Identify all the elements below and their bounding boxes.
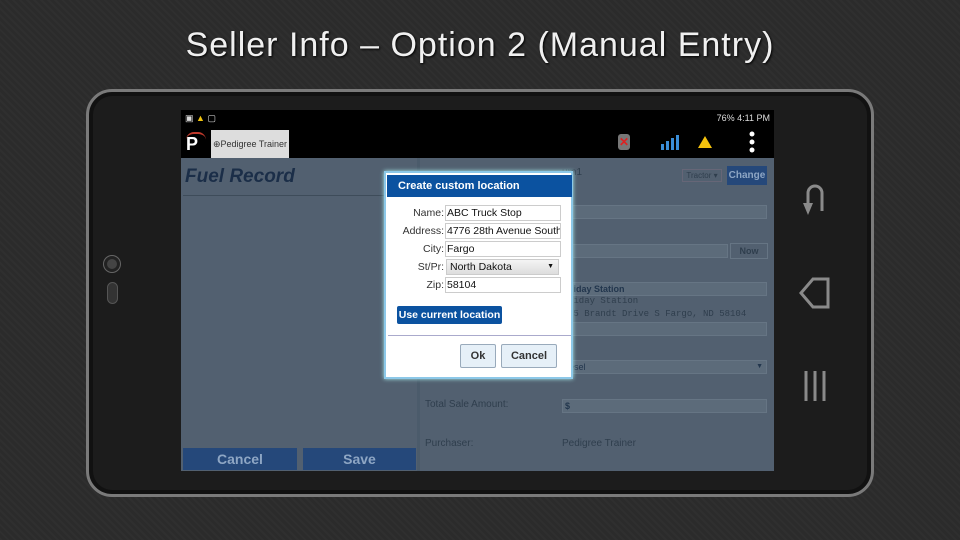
total-sale-label: Total Sale Amount:: [425, 399, 509, 410]
date-input[interactable]: [562, 244, 728, 258]
now-button[interactable]: Now: [730, 243, 768, 259]
address-input[interactable]: 4776 28th Avenue South: [445, 223, 561, 239]
ok-button[interactable]: Ok: [460, 344, 496, 368]
camera-icon: [104, 256, 120, 272]
chevron-down-icon: ▼: [547, 263, 554, 270]
notification-icons: ▣ ▲ ▢: [185, 113, 216, 123]
dialog-title: Create custom location: [387, 175, 572, 197]
fuel-record-panel: Fuel Record Cancel Save: [181, 158, 417, 471]
save-button[interactable]: Save: [303, 448, 416, 470]
change-button[interactable]: Change: [727, 166, 767, 185]
station-select[interactable]: liday Station: [562, 282, 767, 296]
more-vert-icon[interactable]: [748, 131, 756, 153]
status-bar: ▣ ▲ ▢ 76% 4:11 PM: [181, 110, 774, 126]
create-location-dialog: Create custom location Name: ABC Truck S…: [384, 171, 573, 379]
state-label: St/Pr:: [417, 261, 444, 273]
menu-lines-icon[interactable]: [804, 371, 826, 401]
use-current-location-button[interactable]: Use current location: [397, 306, 502, 324]
city-label: City:: [423, 243, 444, 255]
zip-label: Zip:: [426, 279, 444, 291]
app-bar: P ⊕Pedigree Trainer ✕: [181, 126, 774, 158]
dialog-cancel-button[interactable]: Cancel: [501, 344, 557, 368]
no-device-icon[interactable]: ✕: [618, 134, 630, 150]
form-input[interactable]: [562, 322, 767, 336]
warning-icon[interactable]: [697, 135, 713, 149]
unit-type-select[interactable]: Tractor ▾: [682, 169, 722, 182]
status-time: 76% 4:11 PM: [716, 113, 770, 123]
signal-bars-icon: [661, 135, 679, 150]
fuel-record-list: [183, 195, 415, 445]
return-icon[interactable]: [803, 184, 824, 215]
state-select[interactable]: North Dakota ▼: [446, 259, 559, 275]
back-icon[interactable]: [799, 277, 830, 309]
form-input[interactable]: [562, 205, 767, 219]
dialog-divider: [388, 335, 571, 336]
city-input[interactable]: Fargo: [445, 241, 561, 257]
hardware-nav-buttons: [799, 184, 830, 401]
cancel-button[interactable]: Cancel: [183, 448, 297, 470]
tab-pedigree-trainer[interactable]: ⊕Pedigree Trainer: [211, 130, 289, 158]
purchaser-value: Pedigree Trainer: [562, 438, 636, 449]
app-logo: P: [186, 132, 206, 154]
zip-input[interactable]: 58104: [445, 277, 561, 293]
name-label: Name:: [413, 207, 444, 219]
address-label: Address:: [402, 225, 444, 237]
sensor-icon: [107, 282, 118, 304]
page-title: Fuel Record: [185, 166, 295, 187]
slide-title: Seller Info – Option 2 (Manual Entry): [185, 26, 775, 64]
fuel-type-select[interactable]: esel ▼: [562, 360, 767, 374]
chevron-down-icon: ▼: [756, 363, 763, 370]
purchaser-label: Purchaser:: [425, 438, 474, 449]
total-sale-input[interactable]: $: [562, 399, 767, 413]
station-name: liday Station: [568, 296, 639, 306]
station-address: 55 Brandt Drive S Fargo, ND 58104: [568, 309, 747, 319]
name-input[interactable]: ABC Truck Stop: [445, 205, 561, 221]
